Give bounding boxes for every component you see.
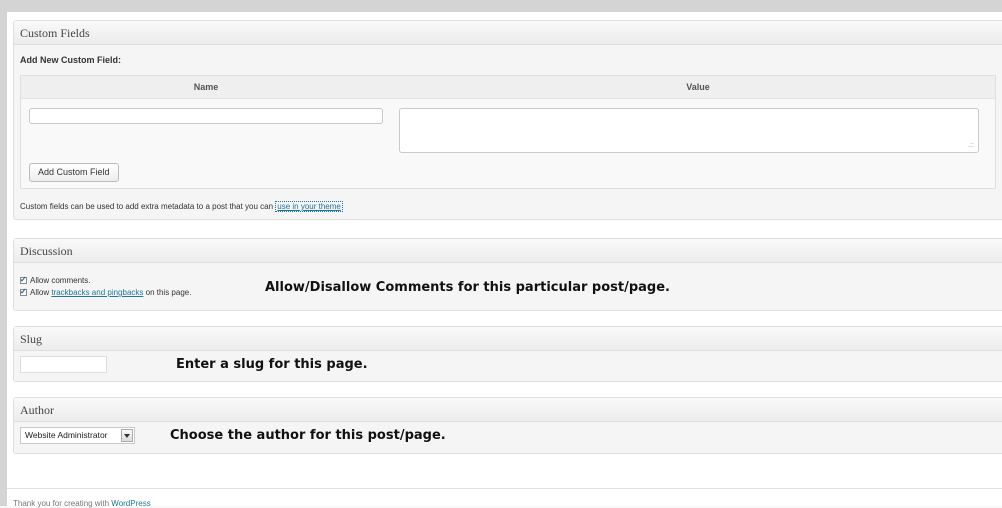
custom-field-table-header: Name Value	[21, 76, 995, 99]
discussion-callout: Allow/Disallow Comments for this particu…	[265, 280, 670, 295]
custom-field-name-input[interactable]	[29, 108, 383, 124]
discussion-panel: Discussion Allow comments. Allow trackba…	[13, 238, 1002, 311]
custom-fields-title[interactable]: Custom Fields	[14, 21, 1002, 45]
allow-comments-checkbox[interactable]	[20, 274, 27, 286]
author-callout: Choose the author for this post/page.	[170, 428, 446, 443]
allow-trackbacks-row: Allow trackbacks and pingbacks on this p…	[20, 286, 192, 299]
window-top-border	[0, 0, 1002, 12]
slug-panel: Slug Enter a slug for this page.	[13, 326, 1002, 382]
slug-callout: Enter a slug for this page.	[176, 357, 368, 372]
wordpress-link[interactable]: WordPress	[111, 499, 150, 508]
author-panel: Author Website Administrator Choose the …	[13, 397, 1002, 454]
allow-comments-row: Allow comments.	[20, 274, 91, 287]
custom-fields-help-prefix: Custom fields can be used to add extra m…	[20, 202, 276, 211]
slug-title[interactable]: Slug	[14, 327, 1002, 351]
footer-divider	[7, 488, 1002, 489]
custom-fields-panel: Custom Fields Add New Custom Field: Name…	[13, 20, 1002, 220]
author-select[interactable]: Website Administrator	[20, 427, 135, 444]
allow-comments-label: Allow comments.	[30, 276, 91, 285]
use-in-your-theme-link[interactable]: use in your theme	[275, 201, 343, 212]
allow-trackbacks-prefix: Allow	[30, 288, 52, 297]
editor-canvas: Custom Fields Add New Custom Field: Name…	[7, 12, 1002, 506]
trackbacks-and-pingbacks-link[interactable]: trackbacks and pingbacks	[51, 288, 143, 297]
value-column-header: Value	[686, 82, 710, 92]
custom-fields-help-text: Custom fields can be used to add extra m…	[20, 201, 343, 212]
name-column-header: Name	[193, 82, 219, 92]
window-left-border	[0, 12, 7, 506]
discussion-title[interactable]: Discussion	[14, 239, 1002, 263]
footer: Thank you for creating with WordPress	[13, 499, 151, 508]
author-title[interactable]: Author	[14, 398, 1002, 422]
custom-field-value-textarea[interactable]: .::	[399, 108, 979, 153]
allow-trackbacks-suffix: on this page.	[143, 288, 192, 297]
slug-input[interactable]	[20, 356, 107, 373]
custom-field-table: Name Value .:: Add Custom Field	[20, 75, 996, 189]
author-selected-value: Website Administrator	[25, 430, 108, 440]
chevron-down-icon[interactable]	[121, 429, 133, 442]
footer-text: Thank you for creating with	[13, 499, 112, 508]
add-new-custom-field-label: Add New Custom Field:	[20, 55, 121, 65]
add-custom-field-button[interactable]: Add Custom Field	[29, 163, 119, 182]
resize-grip-icon[interactable]: .::	[968, 142, 974, 149]
allow-trackbacks-checkbox[interactable]	[20, 286, 27, 298]
